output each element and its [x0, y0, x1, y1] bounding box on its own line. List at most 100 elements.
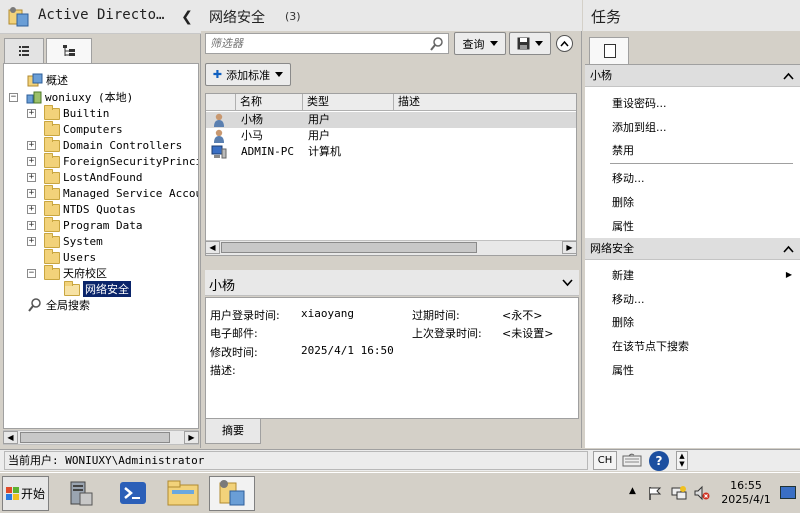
folder-icon — [44, 185, 60, 200]
login-label: 用户登录时间: — [210, 309, 280, 322]
search-icon[interactable] — [430, 37, 444, 51]
taskbar-powershell[interactable] — [110, 476, 156, 511]
tree-item-computers[interactable]: Computers — [27, 121, 123, 137]
action-move[interactable]: 移动... — [612, 170, 645, 186]
tasks-title: 任务 — [591, 8, 622, 26]
expand-toggle[interactable]: + — [27, 220, 36, 230]
tab-summary[interactable]: 摘要 — [205, 419, 261, 444]
tree-item-lost-and-found[interactable]: + LostAndFound — [27, 169, 142, 185]
filter-input[interactable] — [205, 33, 449, 54]
action-disable[interactable]: 禁用 — [612, 142, 634, 158]
tree-item-builtin[interactable]: + Builtin — [27, 105, 109, 121]
taskbar-ad-admin-center[interactable] — [209, 476, 255, 511]
tree-item-ntds-quotas[interactable]: + NTDS Quotas — [27, 201, 136, 217]
section-header-ou[interactable]: 网络安全 — [585, 238, 800, 260]
scroll-left-arrow[interactable]: ◀ — [3, 431, 18, 444]
action-delete-ou[interactable]: 删除 — [612, 314, 634, 330]
navigation-title: Active Directo… — [38, 7, 165, 23]
network-icon[interactable] — [671, 485, 687, 501]
ime-options-button[interactable]: ▲ ▼ — [676, 451, 688, 470]
chevron-up-icon — [783, 245, 794, 253]
chevron-down-icon — [275, 72, 284, 77]
expand-toggle[interactable]: + — [27, 156, 36, 166]
column-header-type[interactable]: 类型 — [303, 94, 394, 111]
expand-toggle[interactable]: + — [27, 172, 36, 182]
table-row[interactable]: 小杨 用户 — [206, 112, 576, 128]
tree-item-managed-service-accounts[interactable]: + Managed Service Accour — [27, 185, 198, 201]
scroll-thumb[interactable] — [20, 432, 170, 443]
tree-item-overview[interactable]: 概述 — [27, 72, 68, 88]
folder-icon — [44, 249, 60, 264]
scroll-thumb[interactable] — [221, 242, 477, 253]
tree-item-domain[interactable]: − woniuxy (本地) — [9, 89, 133, 105]
action-move-ou[interactable]: 移动... — [612, 291, 645, 307]
status-bar: 当前用户: WONIUXY\Administrator CH ? ▲ ▼ — [0, 449, 800, 471]
show-desktop-icon[interactable] — [780, 486, 796, 499]
section-header-user[interactable]: 小杨 — [585, 65, 800, 87]
scroll-left-arrow[interactable]: ◀ — [206, 241, 220, 254]
expand-toggle[interactable]: + — [27, 188, 36, 198]
content-header: 网络安全 (3) — [201, 0, 582, 31]
column-header-name[interactable]: 名称 — [236, 94, 303, 111]
tab-list-view[interactable] — [4, 38, 44, 63]
current-user-status: 当前用户: WONIUXY\Administrator — [4, 451, 588, 470]
chevron-down-icon — [489, 41, 498, 46]
collapse-toggle[interactable]: − — [27, 268, 36, 278]
action-search-under-node[interactable]: 在该节点下搜索 — [612, 338, 689, 354]
computer-icon — [211, 145, 227, 159]
save-icon — [517, 37, 530, 50]
collapse-toggle[interactable]: − — [9, 92, 18, 102]
tree-item-domain-controllers[interactable]: + Domain Controllers — [27, 137, 182, 153]
column-header-description[interactable]: 描述 — [394, 94, 576, 111]
table-row[interactable]: 小马 用户 — [206, 128, 576, 144]
expire-label: 过期时间: — [412, 309, 460, 322]
tree-item-tianfu-campus[interactable]: − 天府校区 — [27, 265, 107, 281]
add-criteria-button[interactable]: ✚ 添加标准 — [205, 63, 291, 86]
taskbar-server-manager[interactable] — [58, 476, 104, 511]
domain-icon — [26, 91, 42, 104]
language-indicator[interactable]: CH — [593, 451, 617, 470]
column-header-icon[interactable] — [206, 94, 236, 111]
chevron-down-icon[interactable] — [562, 279, 573, 287]
tree-item-foreign-security-principals[interactable]: + ForeignSecurityPrincip — [27, 153, 198, 169]
action-reset-password[interactable]: 重设密码... — [612, 95, 667, 111]
tab-tree-view[interactable] — [46, 38, 92, 64]
navigation-horizontal-scrollbar[interactable]: ◀ ▶ — [3, 430, 199, 445]
action-properties[interactable]: 属性 — [612, 218, 634, 234]
action-properties-ou[interactable]: 属性 — [612, 362, 634, 378]
collapse-navigation-button[interactable]: ❮ — [180, 8, 194, 26]
scroll-right-arrow[interactable]: ▶ — [184, 431, 199, 444]
action-delete[interactable]: 删除 — [612, 194, 634, 210]
console-tree: 概述 − woniuxy (本地) + Builtin Computers + … — [3, 63, 199, 429]
tree-item-users[interactable]: Users — [27, 249, 96, 265]
file-explorer-icon — [167, 480, 199, 506]
start-button[interactable]: 开始 — [2, 476, 49, 511]
flag-icon[interactable] — [647, 485, 663, 501]
system-clock[interactable]: 16:55 2025/4/1 — [718, 479, 774, 507]
query-button[interactable]: 查询 — [454, 32, 506, 55]
action-add-to-group[interactable]: 添加到组... — [612, 119, 667, 135]
expand-toggle[interactable]: + — [27, 140, 36, 150]
help-icon[interactable]: ? — [649, 451, 669, 471]
table-row[interactable]: ADMIN-PC 计算机 — [206, 144, 576, 160]
preview-header[interactable]: 小杨 — [205, 270, 579, 296]
tree-item-program-data[interactable]: + Program Data — [27, 217, 142, 233]
collapse-query-button[interactable] — [556, 35, 573, 52]
action-new[interactable]: 新建 — [612, 267, 634, 283]
show-hidden-icons-button[interactable]: ▲ — [629, 486, 636, 496]
expand-toggle[interactable]: + — [27, 204, 36, 214]
email-label: 电子邮件: — [210, 327, 258, 340]
tree-item-network-security[interactable]: 网络安全 — [64, 281, 131, 297]
save-query-button[interactable] — [509, 32, 551, 55]
expand-toggle[interactable]: + — [27, 236, 36, 246]
tree-item-global-search[interactable]: 全局搜索 — [27, 297, 90, 313]
keyboard-icon[interactable] — [622, 452, 642, 469]
tab-tasks[interactable] — [589, 37, 629, 64]
content-title: 网络安全 — [209, 10, 265, 26]
expand-toggle[interactable]: + — [27, 108, 36, 118]
volume-muted-icon[interactable] — [694, 485, 710, 501]
tree-item-system[interactable]: + System — [27, 233, 103, 249]
scroll-right-arrow[interactable]: ▶ — [562, 241, 576, 254]
list-horizontal-scrollbar[interactable]: ◀ ▶ — [206, 240, 576, 255]
taskbar-file-explorer[interactable] — [160, 476, 206, 511]
